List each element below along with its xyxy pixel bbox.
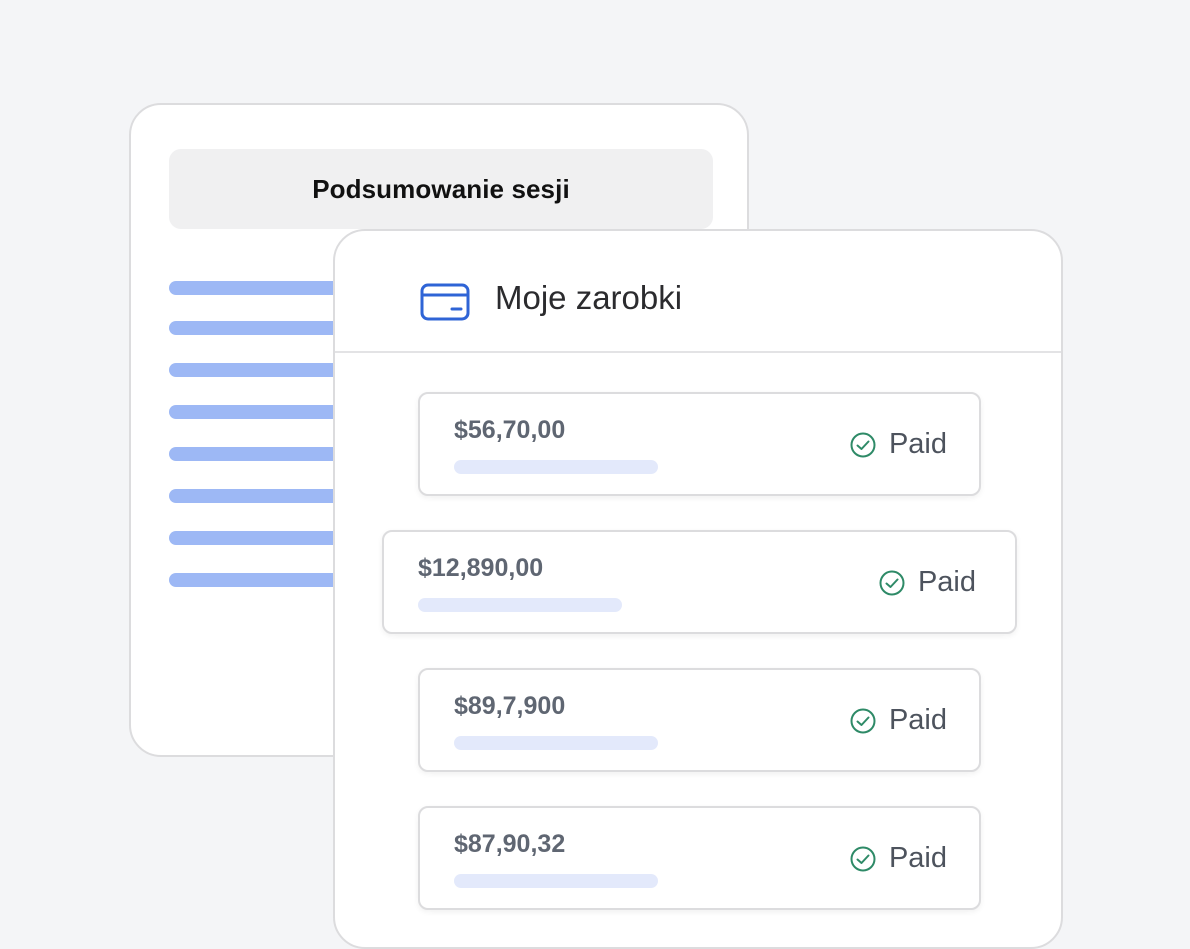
earnings-card: Moje zarobki $56,70,00 Paid $12,890,00 P… bbox=[333, 229, 1063, 949]
session-summary-title: Podsumowanie sesji bbox=[312, 173, 570, 204]
payment-row[interactable]: $87,90,32 Paid bbox=[418, 806, 981, 910]
session-summary-header: Podsumowanie sesji bbox=[169, 149, 713, 229]
status-badge: Paid bbox=[849, 704, 947, 737]
check-circle-icon bbox=[850, 846, 876, 871]
placeholder-bar bbox=[418, 598, 622, 612]
check-circle-icon bbox=[879, 570, 905, 595]
check-circle-icon bbox=[850, 708, 876, 733]
earnings-header: Moje zarobki bbox=[335, 231, 1061, 353]
status-label: Paid bbox=[888, 428, 947, 460]
payment-amount: $87,90,32 bbox=[454, 830, 566, 858]
placeholder-bar bbox=[454, 874, 658, 888]
earnings-title: Moje zarobki bbox=[495, 279, 683, 316]
status-badge: Paid bbox=[849, 842, 947, 875]
payment-amount: $56,70,00 bbox=[454, 416, 566, 444]
payment-amount: $12,890,00 bbox=[418, 554, 544, 582]
status-label: Paid bbox=[888, 704, 947, 736]
payment-row[interactable]: $89,7,900 Paid bbox=[418, 668, 981, 772]
credit-card-icon bbox=[420, 283, 470, 321]
status-label: Paid bbox=[917, 566, 976, 598]
check-circle-icon bbox=[850, 432, 876, 457]
payment-row[interactable]: $12,890,00 Paid bbox=[382, 530, 1017, 634]
status-badge: Paid bbox=[849, 428, 947, 461]
payment-amount: $89,7,900 bbox=[454, 692, 566, 720]
status-badge: Paid bbox=[878, 566, 976, 599]
payment-row[interactable]: $56,70,00 Paid bbox=[418, 392, 981, 496]
placeholder-bar bbox=[454, 736, 658, 750]
placeholder-bar bbox=[454, 460, 658, 474]
status-label: Paid bbox=[888, 842, 947, 874]
